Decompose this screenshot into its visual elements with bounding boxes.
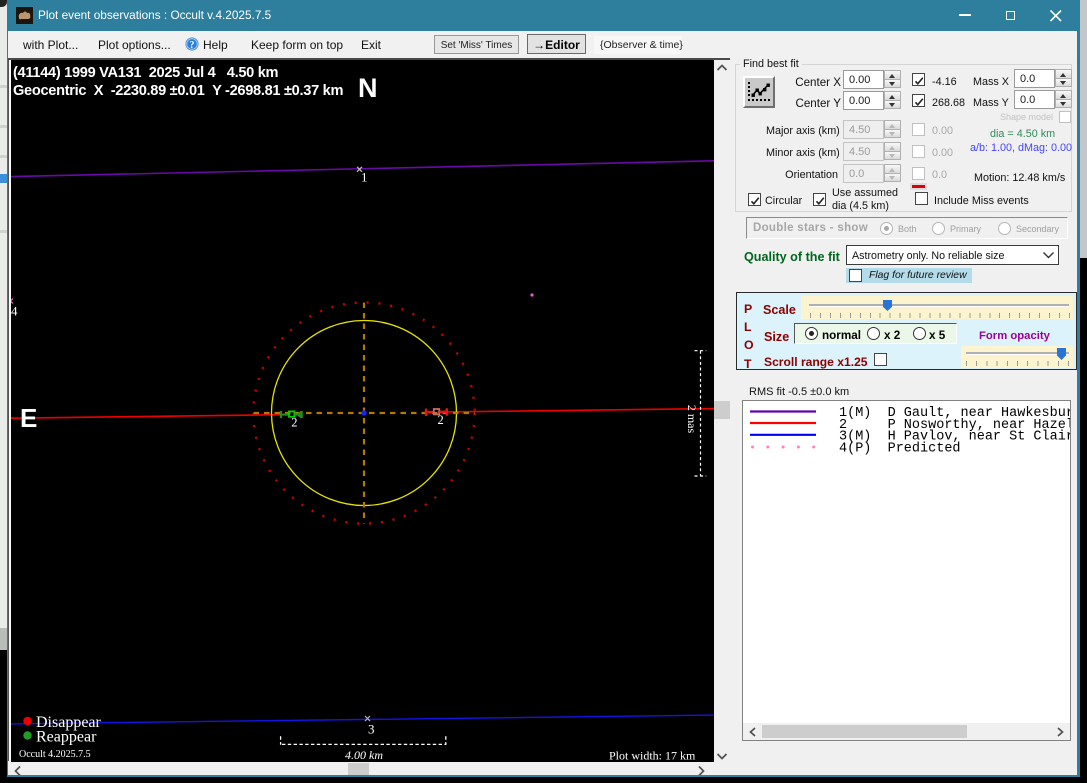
svg-text:?: ? bbox=[190, 40, 195, 51]
svg-text:4: 4 bbox=[11, 304, 18, 319]
svg-text:Geocentric X -2230.89 ±0.01: Geocentric X -2230.89 ±0.01 Y -2698.81 ±… bbox=[13, 83, 343, 99]
svg-text:3: 3 bbox=[368, 722, 375, 737]
svg-text:E: E bbox=[20, 403, 37, 433]
svg-text:2: 2 bbox=[438, 413, 444, 427]
svg-text:4(P) Predicted: 4(P) Predicted bbox=[839, 441, 961, 456]
svg-text:N: N bbox=[358, 73, 378, 103]
svg-text:2 mas: 2 mas bbox=[685, 405, 699, 434]
svg-text:(41144) 1999 VA131 2025 Jul 4: (41144) 1999 VA131 2025 Jul 4 4.50 km bbox=[13, 65, 279, 81]
svg-text:Plot width: 17 km: Plot width: 17 km bbox=[609, 749, 696, 763]
svg-text:1: 1 bbox=[361, 170, 368, 185]
svg-text:4.00 km: 4.00 km bbox=[345, 748, 383, 762]
svg-text:Occult 4.2025.7.5: Occult 4.2025.7.5 bbox=[19, 749, 91, 760]
svg-text:2: 2 bbox=[291, 416, 297, 430]
svg-text:Reappear: Reappear bbox=[36, 729, 97, 746]
